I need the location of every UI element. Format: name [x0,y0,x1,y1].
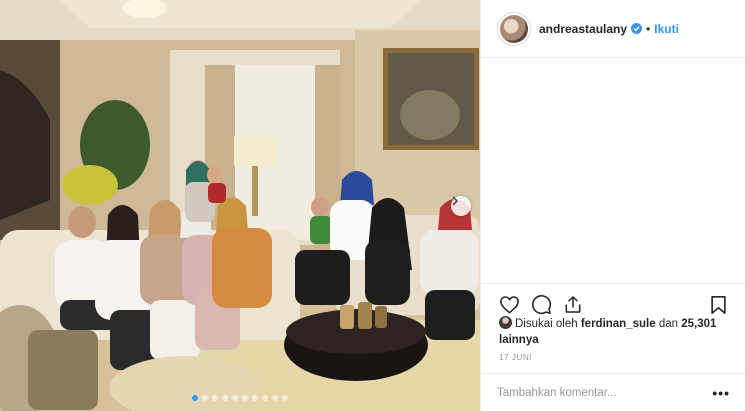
carousel-dot [262,395,268,401]
carousel-dot [272,395,278,401]
carousel-dot [242,395,248,401]
post-date[interactable]: 17 JUNI [499,352,532,362]
bookmark-icon[interactable] [706,293,730,317]
carousel-dot [252,395,258,401]
carousel-dot [282,395,288,401]
carousel-next-button[interactable] [451,196,471,216]
heart-icon[interactable] [497,293,521,317]
post-actions [481,283,745,319]
comment-bar: ••• [481,373,745,411]
username-link[interactable]: andreastaulany [539,22,627,36]
likes-count-link[interactable]: 25,301 [681,318,716,330]
follow-button[interactable]: Ikuti [654,22,679,36]
carousel-dot [232,395,238,401]
more-options-button[interactable]: ••• [712,385,730,401]
photo-scene [0,0,480,411]
post-photo[interactable] [0,0,480,411]
verified-badge-icon [631,23,643,34]
carousel-dot [192,395,198,401]
chevron-right-icon [452,196,459,206]
header-separator: • [646,21,651,36]
likes-suffix[interactable]: lainnya [499,334,539,346]
comment-input[interactable] [497,386,713,399]
likes-middle: dan [655,318,682,330]
carousel-dot [212,395,218,401]
carousel-dot [222,395,228,401]
carousel-indicator [0,395,480,401]
liker-avatar [499,316,512,329]
share-icon[interactable] [561,293,585,317]
avatar[interactable] [497,11,531,46]
liker-username-link[interactable]: ferdinan_sule [581,318,656,330]
comment-icon[interactable] [529,293,553,317]
avatar-image [500,14,528,43]
likes-summary: Disukai oleh ferdinan_sule dan 25,301 la… [499,316,729,348]
post-side-panel: andreastaulany • Ikuti Disukai oleh ferd… [480,0,745,411]
carousel-dot [202,395,208,401]
post-header: andreastaulany • Ikuti [481,0,745,58]
likes-prefix: Disukai oleh [515,318,581,330]
